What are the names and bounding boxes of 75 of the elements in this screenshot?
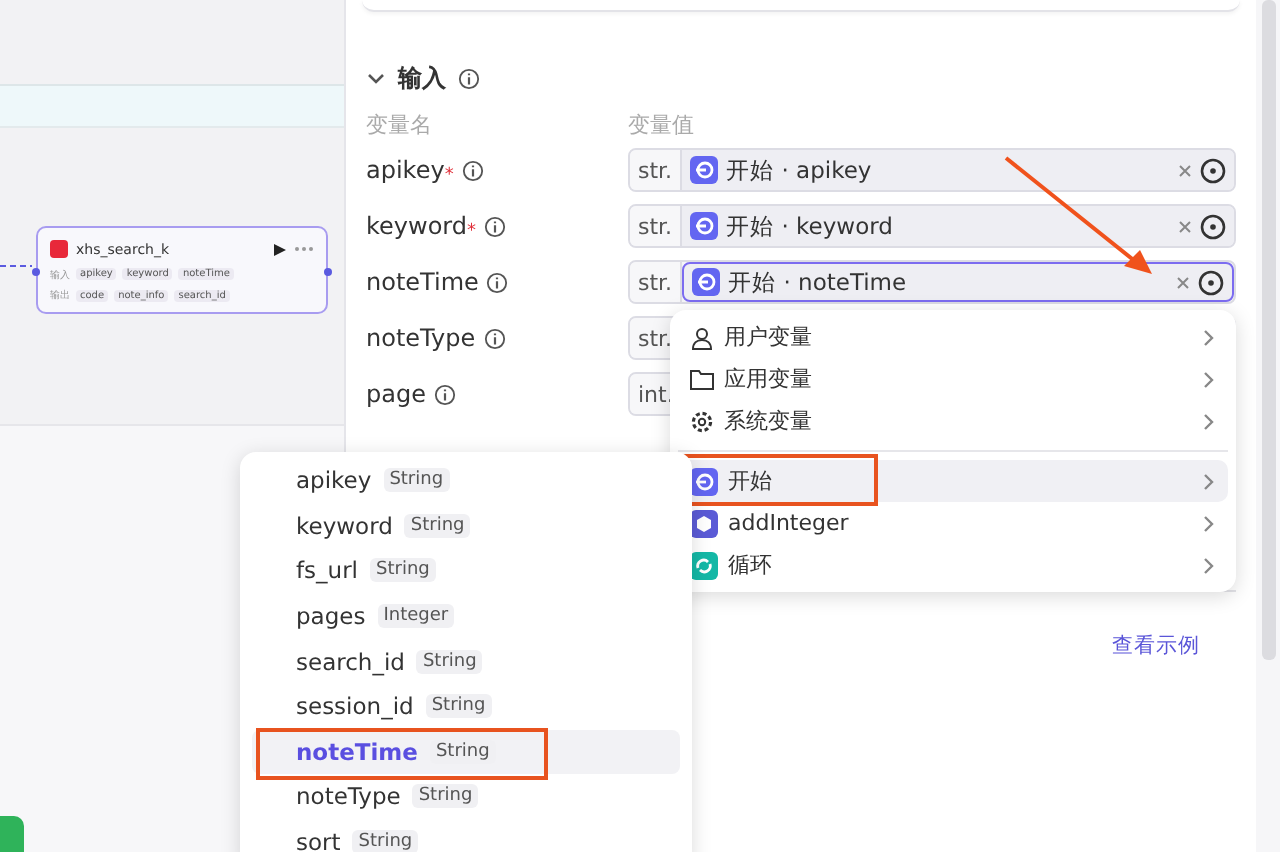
variable-name: noteType xyxy=(366,324,476,352)
variable-option[interactable]: noteType String xyxy=(252,774,680,820)
variable-name: page xyxy=(366,380,426,408)
variable-reference: 开始 · noteTime xyxy=(728,267,909,297)
type-tag: String xyxy=(416,649,483,674)
info-icon xyxy=(483,327,506,349)
gear-icon xyxy=(690,409,714,433)
variable-option[interactable]: sort String xyxy=(252,819,680,852)
type-tag: String xyxy=(352,830,419,852)
start-icon xyxy=(690,212,719,240)
scrollbar[interactable] xyxy=(1256,0,1280,852)
variable-option[interactable]: search_id String xyxy=(252,638,680,684)
variable-name: noteTime xyxy=(366,268,479,296)
variable-option[interactable]: noteTime String xyxy=(252,729,680,775)
variable-option[interactable]: session_id String xyxy=(252,683,680,730)
column-header: 变量值 xyxy=(628,109,694,139)
type-tag: Integer xyxy=(377,604,455,629)
info-icon xyxy=(484,215,507,237)
type-tag: String xyxy=(425,694,492,719)
variable-name: keyword xyxy=(366,212,468,240)
scrollbar-thumb[interactable] xyxy=(1261,0,1275,660)
menu-item[interactable]: 用户变量 xyxy=(678,316,1228,358)
menu-item[interactable]: 循环 xyxy=(678,544,1228,586)
value-field[interactable]: str. 开始 · keyword xyxy=(628,204,1236,248)
variable-option[interactable]: keyword String xyxy=(252,503,680,549)
start-icon xyxy=(692,268,721,296)
view-example-link[interactable]: 查看示例 xyxy=(1112,632,1200,660)
clear-icon[interactable] xyxy=(1176,275,1190,289)
menu-item[interactable]: 系统变量 xyxy=(678,400,1228,442)
chevron-right-icon xyxy=(1202,327,1216,347)
variable-option[interactable]: pages Integer xyxy=(252,593,680,639)
type-label: str. xyxy=(630,150,683,190)
node-logo-icon xyxy=(50,240,68,259)
variable-name: apikey xyxy=(366,156,445,184)
type-label: str. xyxy=(630,262,683,302)
required-mark: * xyxy=(444,165,454,185)
node-port[interactable] xyxy=(32,268,40,276)
info-icon xyxy=(458,67,480,89)
value-field[interactable]: str. 开始 · apikey xyxy=(628,148,1236,192)
type-tag: String xyxy=(370,558,436,583)
section-title: 输入 xyxy=(398,61,446,95)
type-tag: String xyxy=(404,513,471,538)
menu-item[interactable]: 应用变量 xyxy=(678,358,1228,400)
value-field[interactable]: str. 开始 · noteTime xyxy=(628,260,1236,304)
variable-reference: 开始 · apikey xyxy=(726,155,874,185)
chevron-right-icon xyxy=(1202,471,1216,491)
type-tag: String xyxy=(383,468,450,493)
required-mark: * xyxy=(467,221,477,241)
type-tag: String xyxy=(412,784,479,809)
chevron-right-icon xyxy=(1202,411,1216,431)
connector-line xyxy=(0,262,36,270)
target-icon[interactable] xyxy=(1198,269,1224,295)
start-icon xyxy=(690,156,719,184)
clear-icon[interactable] xyxy=(1178,163,1192,177)
target-icon[interactable] xyxy=(1200,157,1226,183)
chevron-right-icon xyxy=(1202,555,1216,575)
folder-icon xyxy=(690,368,714,390)
info-icon xyxy=(433,383,456,405)
info-icon xyxy=(461,159,484,181)
chevron-right-icon xyxy=(1202,513,1216,533)
variable-option[interactable]: fs_url String xyxy=(252,548,680,594)
variable-reference: 开始 · keyword xyxy=(726,211,895,241)
variable-option[interactable]: apikey String xyxy=(252,458,680,504)
column-header: 变量名 xyxy=(366,109,434,139)
clear-icon[interactable] xyxy=(1178,219,1192,233)
play-icon[interactable] xyxy=(274,243,286,256)
chevron-down-icon[interactable] xyxy=(366,70,386,86)
type-label: str. xyxy=(630,206,683,246)
more-icon[interactable] xyxy=(294,246,314,253)
target-icon[interactable] xyxy=(1200,213,1226,239)
menu-item[interactable]: addInteger xyxy=(678,502,1228,544)
user-icon xyxy=(690,325,714,349)
node-port[interactable] xyxy=(324,268,332,276)
chevron-right-icon xyxy=(1202,369,1216,389)
info-icon xyxy=(486,271,509,293)
